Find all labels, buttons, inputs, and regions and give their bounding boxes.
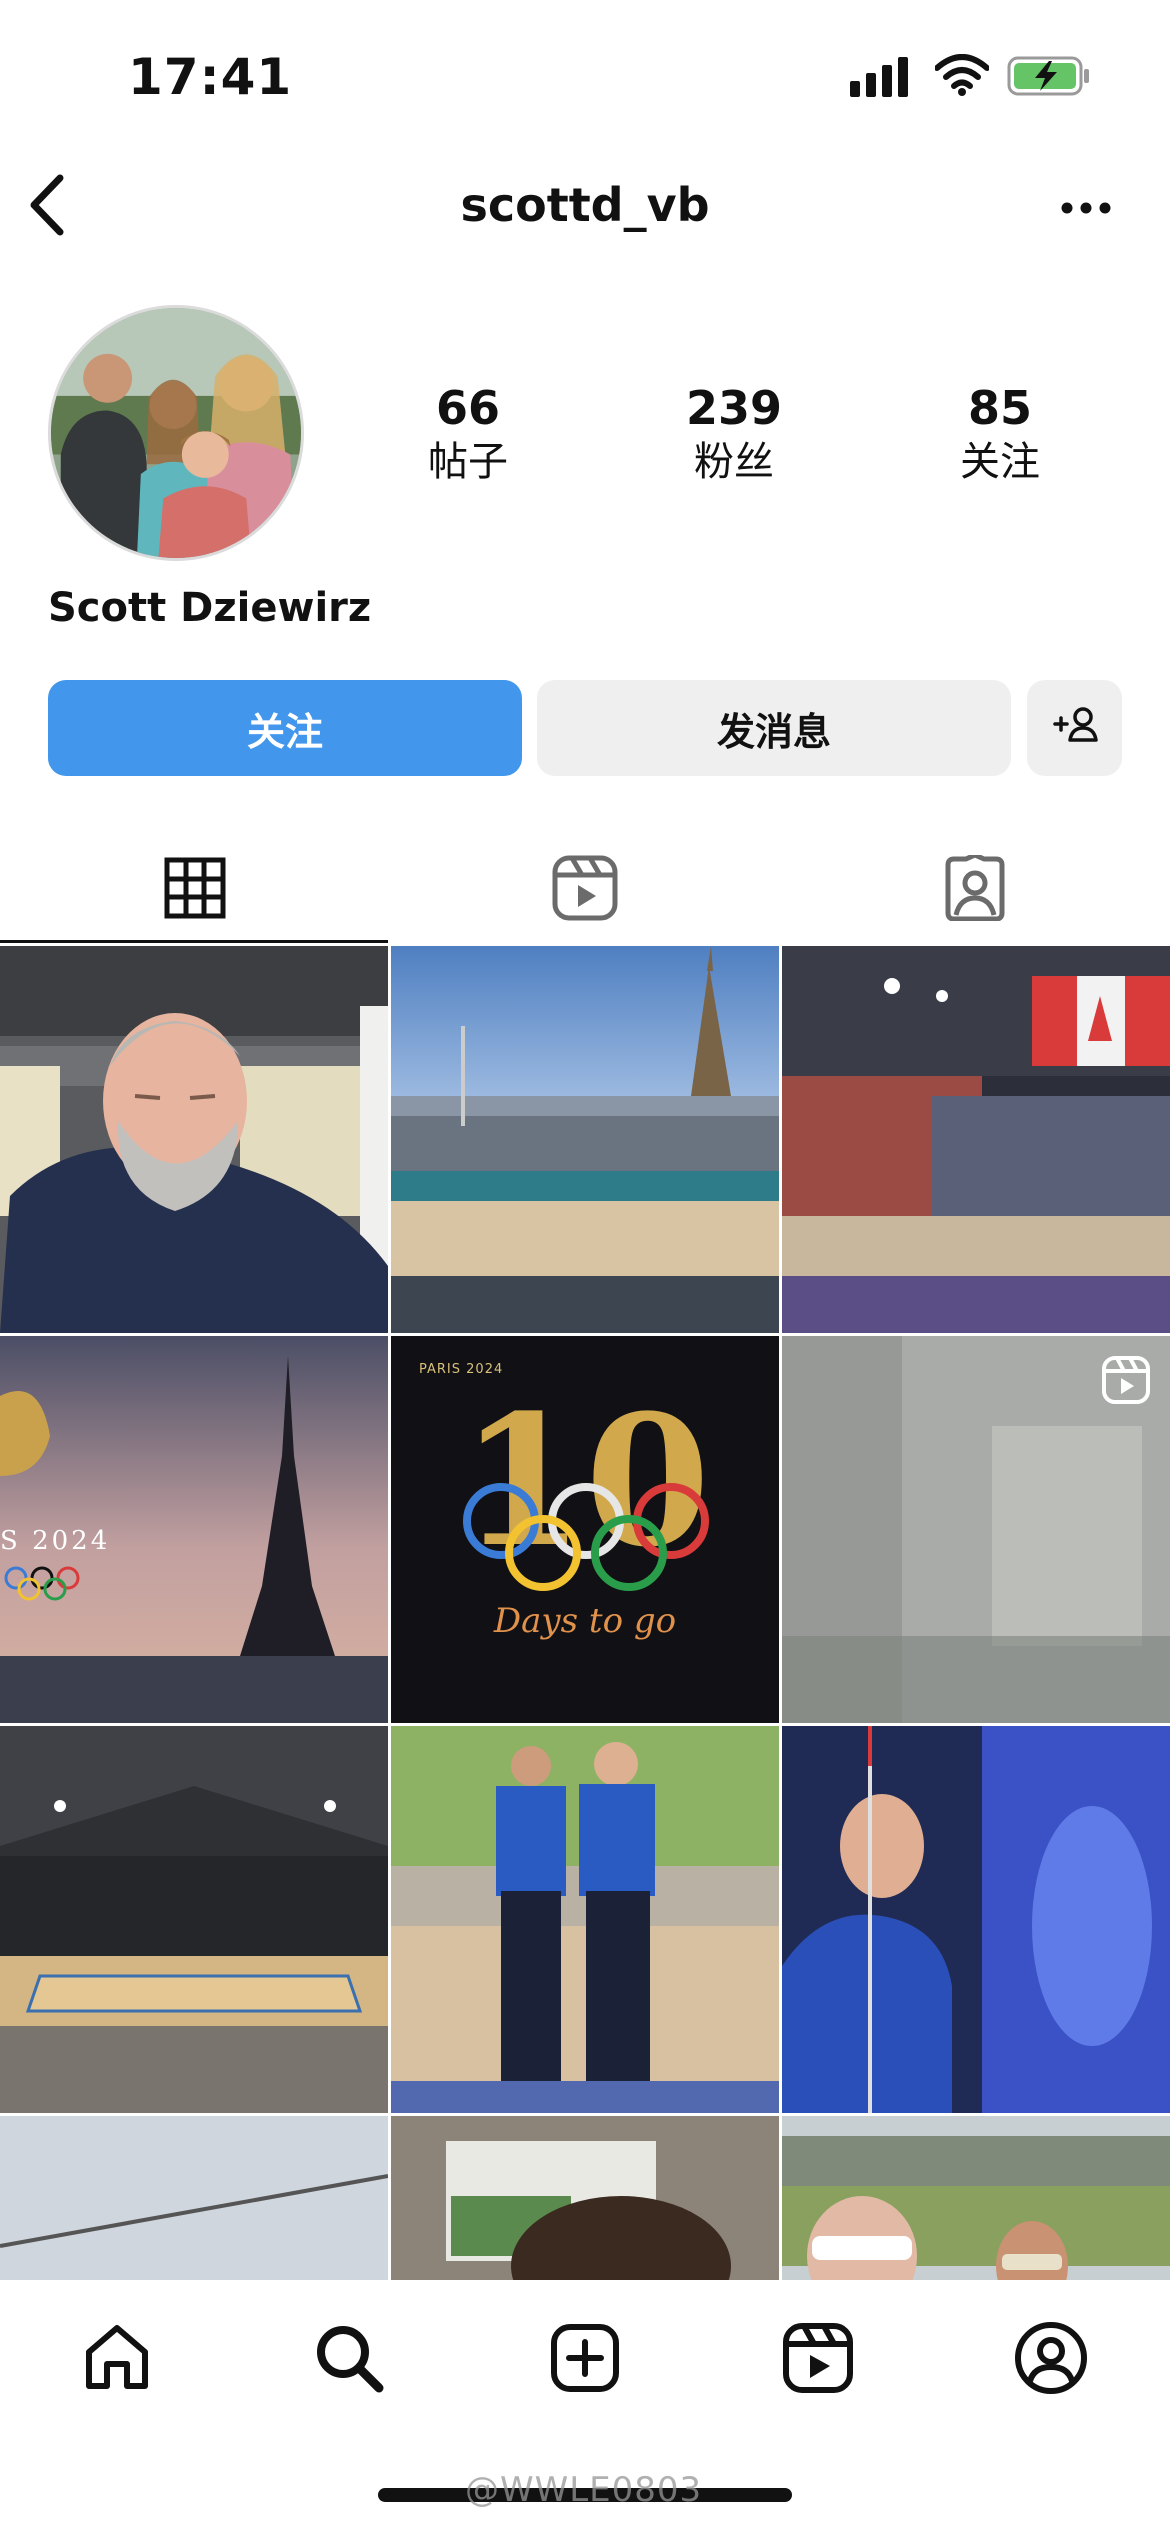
message-button[interactable]: 发消息 — [537, 680, 1011, 776]
stat-following-value: 85 — [967, 381, 1032, 435]
add-person-icon — [1051, 704, 1099, 753]
post-foggy-window-reel[interactable] — [782, 1336, 1170, 1723]
bottom-navigation: @WWLE0803 — [0, 2280, 1170, 2532]
post-empty-arena[interactable] — [0, 1726, 388, 2113]
post-sleeping-on-plane[interactable] — [0, 946, 388, 1333]
reels-nav-icon[interactable] — [778, 2318, 858, 2398]
tagged-person-icon — [942, 852, 1008, 925]
more-options-icon[interactable] — [1060, 200, 1112, 219]
create-icon[interactable] — [545, 2318, 625, 2398]
status-time: 17:41 — [128, 48, 293, 106]
reels-icon — [552, 855, 618, 925]
posts-grid: S 2024 PARIS 2024 10 Days to go — [0, 946, 1170, 2503]
stat-followers-value: 239 — [685, 381, 783, 435]
post-10-days-to-go[interactable]: PARIS 2024 10 Days to go — [391, 1336, 779, 1723]
post-eiffel-beach-volleyball[interactable] — [391, 946, 779, 1333]
grid-icon — [164, 857, 226, 923]
stat-posts[interactable]: 66 帖子 — [368, 380, 568, 488]
search-icon[interactable] — [309, 2318, 389, 2398]
days-to-go-tagline: Days to go — [493, 1601, 677, 1641]
stat-posts-value: 66 — [435, 381, 500, 435]
tab-posts-grid[interactable] — [0, 835, 390, 945]
paris-2024-label: PARIS 2024 — [419, 1362, 504, 1377]
tab-reels[interactable] — [390, 835, 780, 945]
profile-icon[interactable] — [1011, 2318, 1091, 2398]
battery-charging-icon — [1007, 56, 1091, 100]
profile-avatar[interactable] — [48, 305, 304, 561]
post-paris-2024-eiffel[interactable]: S 2024 — [0, 1336, 388, 1723]
stat-following-label: 关注 — [960, 439, 1040, 485]
follow-button[interactable]: 关注 — [48, 680, 522, 776]
home-icon[interactable] — [77, 2318, 157, 2398]
wifi-icon — [934, 54, 990, 100]
profile-username: scottd_vb — [460, 178, 710, 232]
post-two-referees[interactable] — [391, 1726, 779, 2113]
stat-followers[interactable]: 239 粉丝 — [634, 380, 834, 488]
stat-posts-label: 帖子 — [428, 439, 508, 485]
post-referee-closeup[interactable] — [782, 1726, 1170, 2113]
post-indoor-arena-canada[interactable] — [782, 946, 1170, 1333]
signal-icon — [850, 57, 910, 101]
paris-2024-partial-text: S 2024 — [0, 1526, 111, 1556]
profile-full-name: Scott Dziewirz — [48, 585, 372, 631]
stat-followers-label: 粉丝 — [694, 439, 774, 485]
suggest-people-button[interactable] — [1027, 680, 1122, 776]
olympic-rings-icon — [4, 1564, 84, 1604]
reel-badge-icon — [1102, 1356, 1150, 1404]
active-tab-indicator — [0, 940, 388, 943]
olympic-rings-large-icon — [461, 1481, 711, 1591]
watermark-text: @WWLE0803 — [465, 2470, 703, 2510]
stat-following[interactable]: 85 关注 — [900, 380, 1100, 488]
tab-tagged[interactable] — [780, 835, 1170, 945]
